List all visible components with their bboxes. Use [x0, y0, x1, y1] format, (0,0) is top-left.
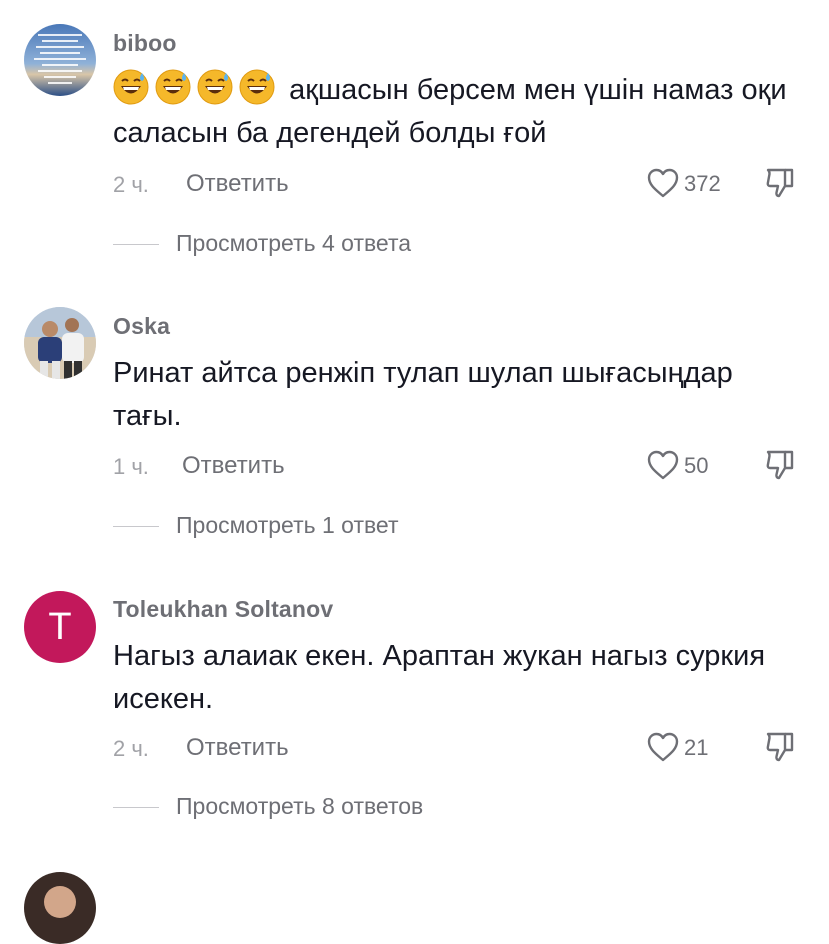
heart-icon [647, 732, 679, 762]
avatar[interactable] [24, 872, 96, 944]
reply-button[interactable]: Ответить [182, 452, 285, 480]
view-replies-label: Просмотреть 1 ответ [176, 512, 399, 538]
like-count: 372 [684, 171, 721, 196]
heart-icon [647, 450, 679, 480]
avatar[interactable] [24, 24, 96, 96]
like-count: 21 [684, 735, 709, 760]
timestamp: 2 ч. [113, 736, 149, 761]
reply-button[interactable]: Ответить [186, 170, 289, 198]
grinning-sweat-emoji [239, 69, 275, 105]
timestamp: 1 ч. [113, 454, 149, 479]
comment-text: Ринат айтса ренжіп тулап шулап шығасыңда… [113, 357, 733, 432]
username[interactable]: Toleukhan Soltanov [113, 596, 333, 623]
grinning-sweat-emoji [197, 69, 233, 105]
avatar-initial: T [24, 591, 96, 663]
grinning-sweat-emoji [155, 69, 191, 105]
reply-button[interactable]: Ответить [186, 734, 289, 762]
heart-icon [647, 168, 679, 198]
avatar[interactable]: T [24, 591, 96, 663]
emoji-group [113, 69, 289, 106]
dislike-icon[interactable] [764, 448, 796, 482]
view-replies-label: Просмотреть 8 ответов [176, 793, 424, 819]
avatar-image [24, 872, 96, 944]
timestamp: 2 ч. [113, 172, 149, 197]
dislike-icon[interactable] [764, 166, 796, 200]
replies-divider [113, 526, 159, 527]
comment-actions: 2 ч. Ответить 372 [113, 164, 799, 204]
avatar-image [24, 24, 96, 96]
avatar[interactable] [24, 307, 96, 379]
comment-text: ақшасын берсем мен үшін намаз оқи саласы… [113, 69, 793, 155]
username[interactable]: Oska [113, 313, 170, 340]
like-count: 50 [684, 453, 709, 478]
replies-divider [113, 244, 159, 245]
dislike-icon[interactable] [764, 730, 796, 764]
avatar-image [24, 307, 96, 379]
comment-text: Нагыз алаиак екен. Араптан жукан нагыз с… [113, 640, 766, 715]
username[interactable]: biboo [113, 30, 177, 57]
comment-actions: 1 ч. Ответить 50 [113, 446, 799, 486]
replies-divider [113, 807, 159, 808]
comment-actions: 2 ч. Ответить 21 [113, 728, 799, 768]
grinning-sweat-emoji [113, 69, 149, 105]
view-replies-label: Просмотреть 4 ответа [176, 230, 412, 256]
